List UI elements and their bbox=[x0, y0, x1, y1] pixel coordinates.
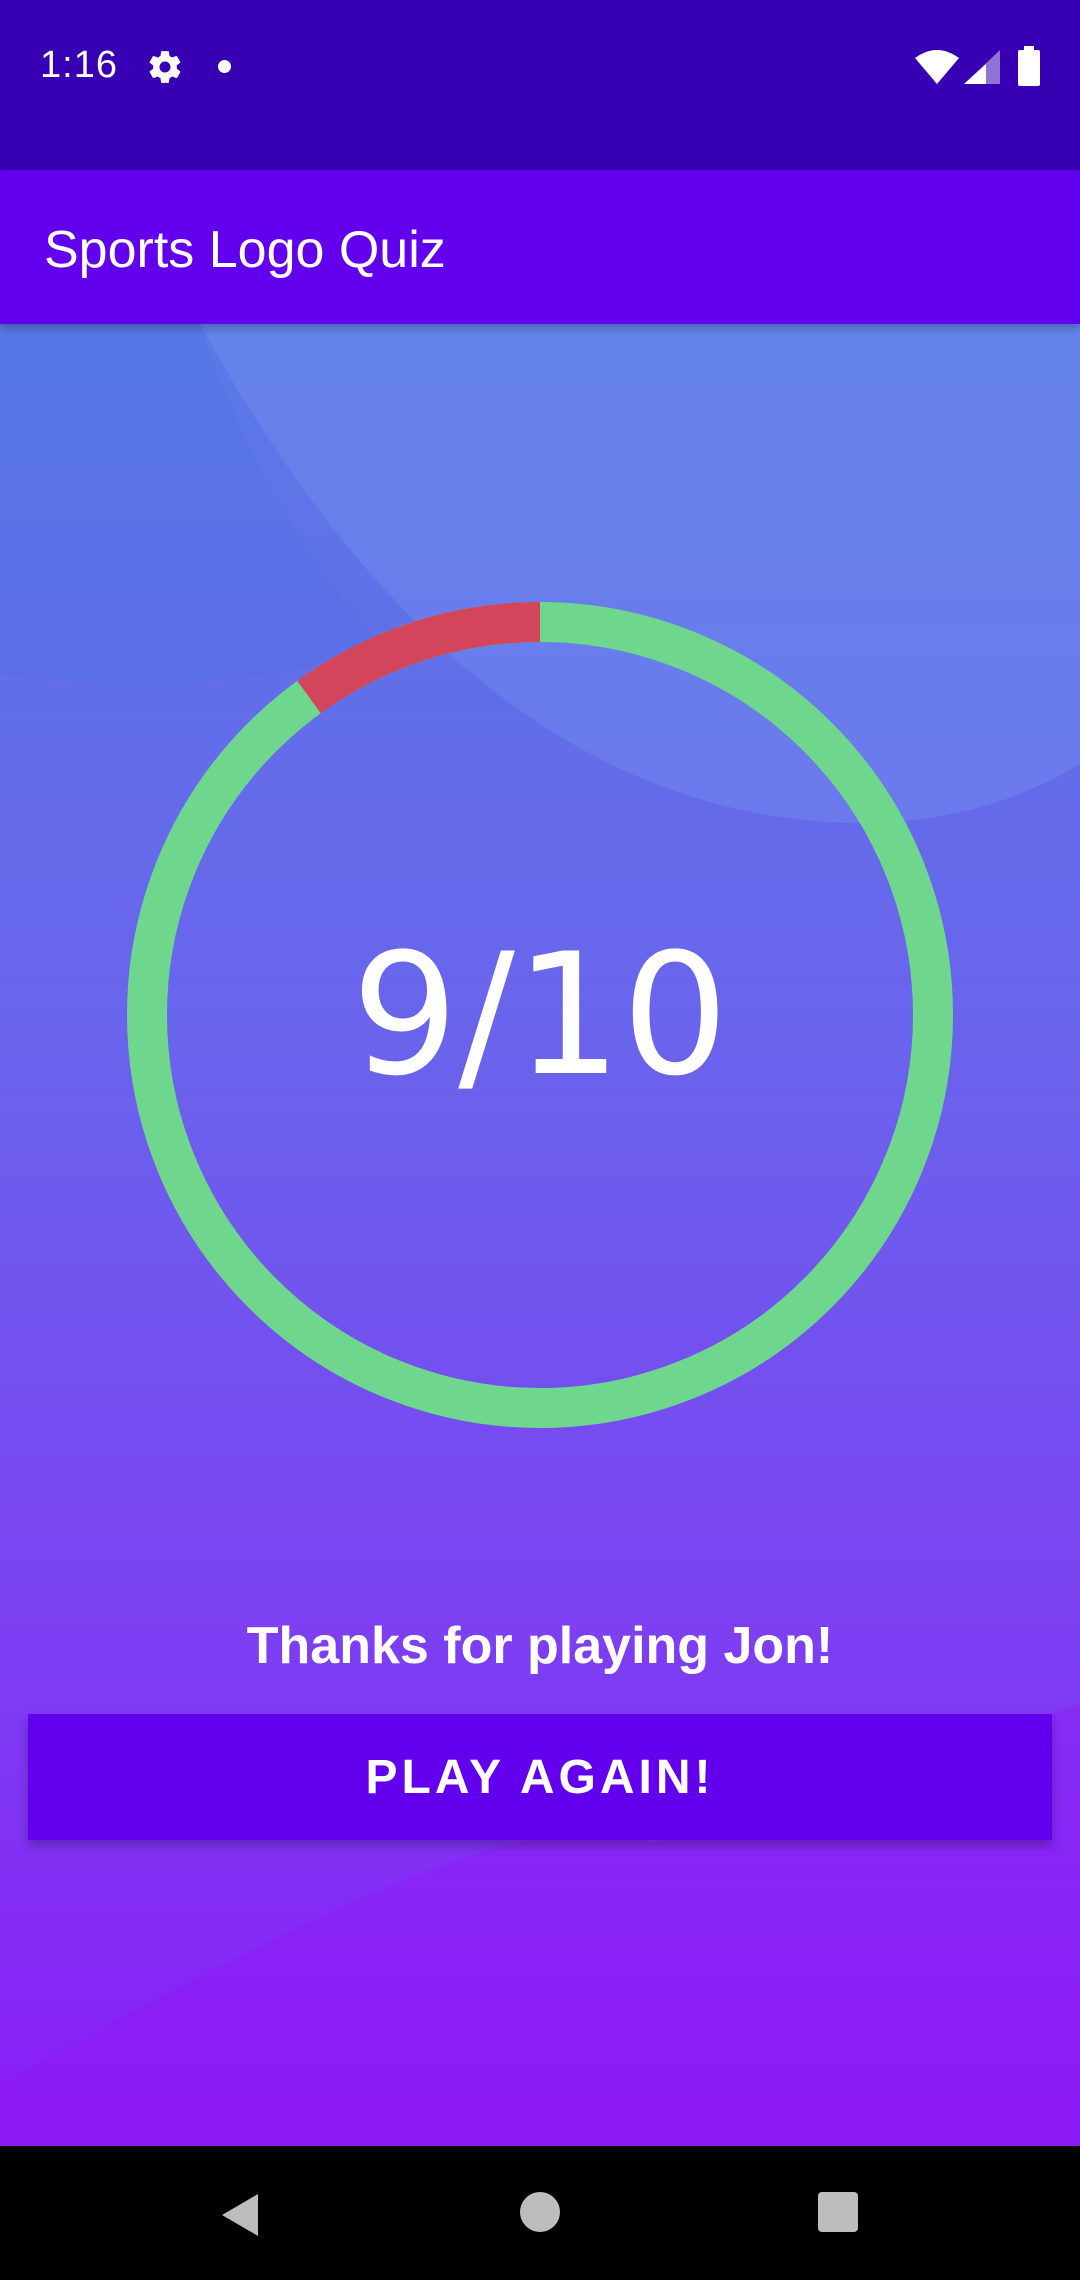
thanks-message: Thanks for playing Jon! bbox=[246, 1617, 834, 1675]
status-bar: 1:16 bbox=[0, 0, 1080, 170]
app-title: Sports Logo Quiz bbox=[44, 221, 446, 279]
notification-dot-icon bbox=[218, 60, 231, 73]
cell-signal-icon bbox=[964, 50, 1000, 84]
status-time: 1:16 bbox=[40, 44, 118, 86]
screen: 1:16 Sports Logo Quiz 9/10 Thanks for pl… bbox=[0, 0, 1080, 2280]
wifi-icon bbox=[915, 50, 959, 84]
app-bar: Sports Logo Quiz bbox=[0, 170, 1080, 324]
play-again-button[interactable]: PLAY AGAIN! bbox=[28, 1714, 1052, 1840]
home-icon[interactable] bbox=[520, 2192, 560, 2232]
recent-apps-icon[interactable] bbox=[818, 2192, 858, 2232]
gear-icon bbox=[149, 51, 181, 83]
result-content: 9/10 Thanks for playing Jon! PLAY AGAIN! bbox=[0, 324, 1080, 2146]
score-text: 9/10 bbox=[351, 917, 729, 1113]
navigation-bar bbox=[0, 2146, 1080, 2280]
back-icon[interactable] bbox=[218, 2192, 262, 2238]
battery-icon bbox=[1018, 46, 1040, 86]
